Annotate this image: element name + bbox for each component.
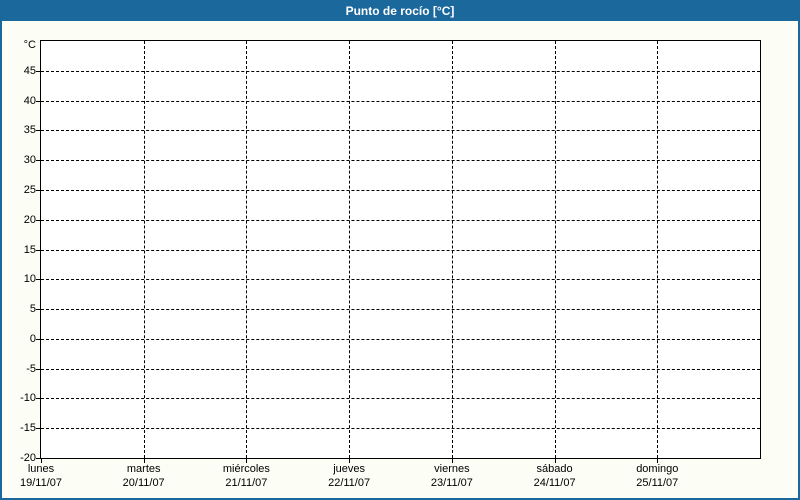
h-gridline [41, 279, 760, 281]
h-gridline [41, 160, 760, 162]
y-tick-label: 10 [23, 273, 36, 286]
y-tick-label: -5 [26, 362, 36, 375]
y-tick-label: 35 [23, 124, 36, 137]
y-tick-label: 25 [23, 183, 36, 196]
x-date-label: 24/11/07 [533, 477, 576, 489]
x-tick-mark [554, 458, 556, 463]
y-tick-label: 15 [23, 243, 36, 256]
x-day-label: sábado [536, 463, 573, 475]
v-gridline [657, 41, 659, 458]
v-gridline [451, 41, 453, 458]
x-tick-mark [349, 458, 351, 463]
y-tick-label: 0 [29, 332, 36, 345]
x-date-label: 25/11/07 [636, 477, 679, 489]
h-gridline [41, 398, 760, 400]
y-tick-label: 5 [29, 303, 36, 316]
y-tick-mark [36, 160, 40, 162]
h-gridline [41, 368, 760, 370]
x-day-label: viernes [434, 463, 470, 475]
y-tick-label: -15 [20, 422, 36, 435]
x-day-label: martes [126, 463, 161, 475]
y-tick-mark [36, 458, 40, 459]
x-category-label: miércoles 21/11/07 [195, 462, 297, 490]
h-gridline [41, 219, 760, 221]
y-tick-label: 40 [23, 94, 36, 107]
h-gridline [41, 309, 760, 311]
x-category-label: lunes 19/11/07 [2, 462, 92, 490]
h-gridline [41, 338, 760, 340]
x-tick-mark [657, 458, 659, 463]
y-tick-mark [36, 398, 40, 400]
h-gridline [41, 70, 760, 72]
y-tick-mark [36, 130, 40, 132]
x-category-label: martes 20/11/07 [93, 462, 195, 490]
x-day-label: lunes [27, 463, 55, 475]
y-tick-mark [36, 100, 40, 102]
x-date-label: 19/11/07 [19, 477, 62, 489]
h-gridline [41, 428, 760, 430]
v-gridline [246, 41, 248, 458]
y-tick-label: -10 [20, 392, 36, 405]
v-gridline [349, 41, 351, 458]
y-tick-mark [36, 70, 40, 72]
x-day-label: miércoles [222, 463, 270, 475]
y-tick-label: 30 [23, 154, 36, 167]
x-tick-mark [143, 458, 145, 463]
x-date-label: 21/11/07 [225, 477, 268, 489]
y-tick-mark [36, 368, 40, 370]
chart-window: Punto de rocío [°C] °C 45 40 35 30 25 20 15 10 5… [0, 0, 800, 500]
x-tick-mark [451, 458, 453, 463]
x-day-label: jueves [333, 463, 365, 475]
chart-title-bar: Punto de rocío [°C] [2, 2, 798, 21]
x-category-label: sábado 24/11/07 [504, 462, 606, 490]
plot-area [40, 40, 761, 459]
x-category-label: jueves 22/11/07 [298, 462, 400, 490]
y-tick-mark [36, 279, 40, 281]
y-tick-mark [36, 219, 40, 221]
y-tick-mark [36, 428, 40, 430]
y-tick-mark [36, 309, 40, 311]
v-gridline [554, 41, 556, 458]
h-gridline [41, 189, 760, 191]
y-tick-mark [36, 249, 40, 251]
x-tick-mark [246, 458, 248, 463]
x-category-label: domingo 25/11/07 [606, 462, 708, 490]
y-tick-mark [36, 338, 40, 340]
h-gridline [41, 249, 760, 251]
y-tick-mark [36, 189, 40, 191]
h-gridline [41, 100, 760, 102]
y-tick-label: 20 [23, 213, 36, 226]
h-gridline [41, 130, 760, 132]
x-tick-mark [41, 458, 42, 463]
y-axis-unit-label: °C [23, 39, 36, 51]
v-gridline [143, 41, 145, 458]
y-tick-label: 45 [23, 64, 36, 77]
x-date-label: 20/11/07 [122, 477, 165, 489]
x-date-label: 23/11/07 [430, 477, 473, 489]
x-date-label: 22/11/07 [328, 477, 371, 489]
chart-title: Punto de rocío [°C] [345, 3, 455, 18]
x-category-label: viernes 23/11/07 [401, 462, 503, 490]
x-day-label: domingo [636, 463, 679, 475]
